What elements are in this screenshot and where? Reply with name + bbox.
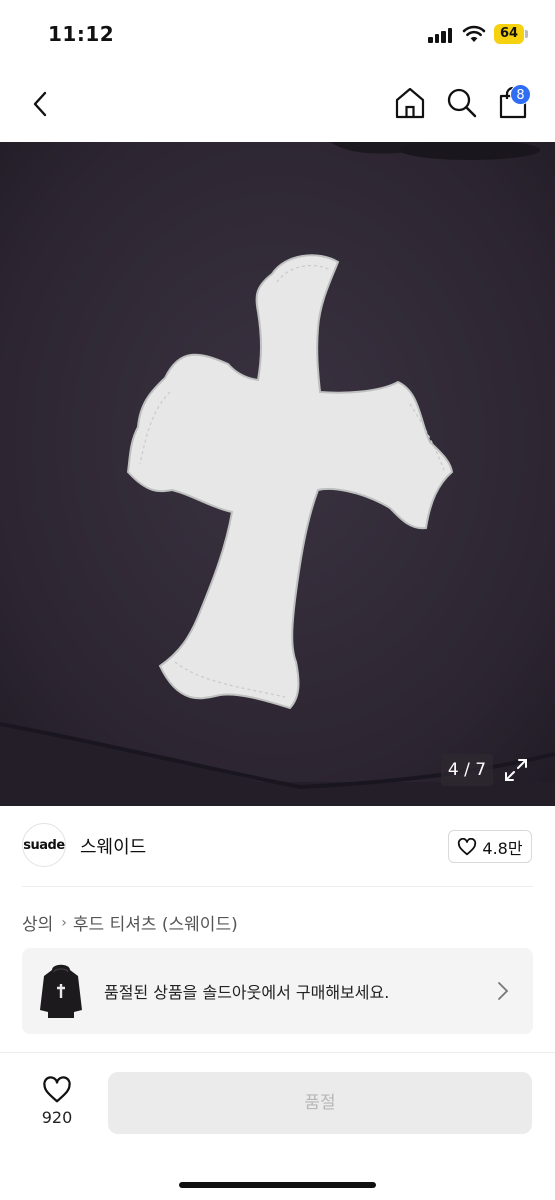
back-button[interactable]	[26, 89, 56, 119]
battery-cap	[525, 30, 528, 38]
chevron-right-icon: ›	[61, 914, 67, 931]
hoodie-thumbnail	[40, 964, 82, 1018]
search-icon[interactable]	[446, 86, 478, 120]
status-time: 11:12	[48, 22, 115, 46]
divider	[0, 1052, 555, 1053]
breadcrumb: 상의 › 후드 티셔츠 (스웨이드)	[22, 910, 238, 936]
soldout-buy-button[interactable]: 품절	[108, 1072, 532, 1134]
cart-count-badge: 8	[510, 84, 531, 105]
image-counter: 4 / 7	[441, 754, 493, 786]
product-image[interactable]	[0, 142, 555, 806]
breadcrumb-subcategory[interactable]: 후드 티셔츠 (스웨이드)	[73, 910, 238, 935]
status-bar: 11:12 64	[0, 0, 555, 72]
brand-logo[interactable]: suade	[22, 823, 66, 867]
brand-logo-text: suade	[23, 837, 65, 853]
brand-like-count: 4.8만	[482, 838, 523, 858]
breadcrumb-category[interactable]: 상의	[22, 910, 53, 935]
heart-icon	[43, 1076, 71, 1103]
wishlist-button[interactable]: 920	[30, 1072, 84, 1132]
soldout-banner-message: 품절된 상품을 솔드아웃에서 구매해보세요.	[104, 983, 390, 1002]
brand-name[interactable]: 스웨이드	[80, 833, 146, 859]
wifi-icon	[462, 25, 486, 42]
soldout-banner[interactable]: 품절된 상품을 솔드아웃에서 구매해보세요.	[22, 948, 533, 1034]
home-indicator	[179, 1182, 376, 1188]
divider	[22, 886, 533, 887]
hoodie-cross-patch-image	[0, 142, 555, 806]
wishlist-count: 920	[41, 1108, 73, 1127]
expand-icon[interactable]	[500, 754, 532, 786]
brand-like-button[interactable]: 4.8만	[448, 830, 532, 863]
battery-level: 64	[494, 24, 524, 44]
heart-icon	[458, 837, 477, 855]
home-icon[interactable]	[394, 86, 426, 120]
top-nav-bar	[0, 72, 555, 142]
chevron-right-icon	[498, 982, 509, 1000]
cellular-signal-icon	[428, 27, 454, 43]
